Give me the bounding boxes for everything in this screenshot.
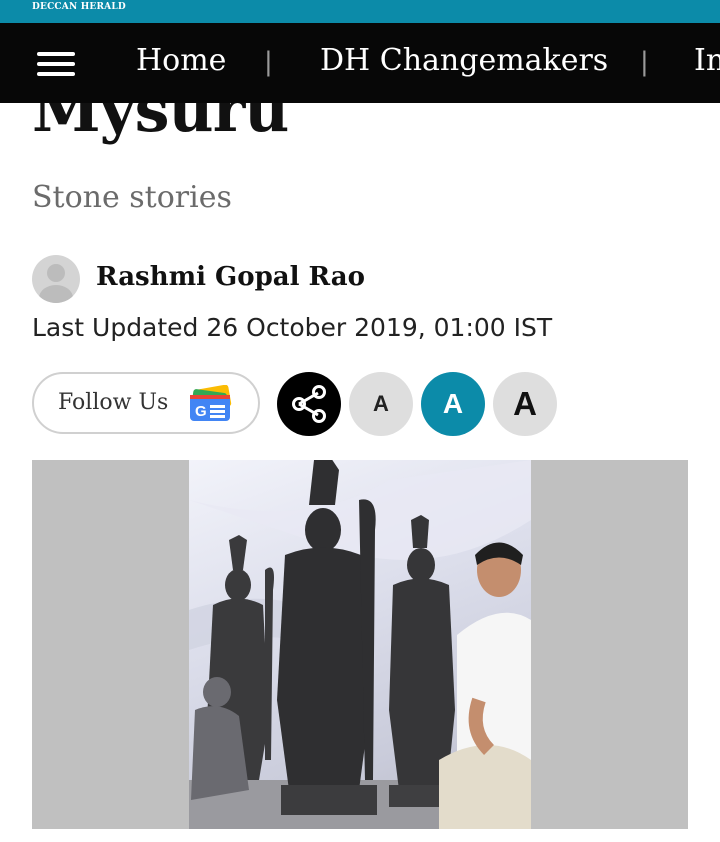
nav-item-home[interactable]: Home bbox=[136, 43, 226, 78]
nav-item-dh-changemakers[interactable]: DH Changemakers bbox=[320, 43, 608, 78]
font-size-small-button[interactable]: A bbox=[349, 372, 413, 436]
follow-us-label: Follow Us bbox=[58, 390, 169, 415]
font-size-medium-button[interactable]: A bbox=[421, 372, 485, 436]
google-news-icon: G bbox=[190, 385, 232, 421]
svg-text:G: G bbox=[195, 403, 207, 420]
share-icon bbox=[292, 385, 326, 423]
font-size-medium-label: A bbox=[442, 388, 464, 419]
menu-icon[interactable] bbox=[37, 50, 75, 78]
font-size-small-label: A bbox=[373, 391, 389, 416]
author-name[interactable]: Rashmi Gopal Rao bbox=[96, 262, 365, 292]
article-photo[interactable] bbox=[189, 460, 531, 829]
font-size-large-label: A bbox=[513, 385, 537, 422]
share-button[interactable] bbox=[277, 372, 341, 436]
article-title-container: Mysuru bbox=[32, 103, 712, 149]
last-updated: Last Updated 26 October 2019, 01:00 IST bbox=[32, 313, 553, 342]
brand-logo[interactable]: DECCAN HERALD bbox=[32, 2, 126, 12]
top-brand-bar: DECCAN HERALD bbox=[0, 0, 720, 23]
nav-separator: | bbox=[640, 47, 649, 77]
main-nav: Home | DH Changemakers | In bbox=[0, 23, 720, 103]
nav-item-partial[interactable]: In bbox=[694, 43, 720, 78]
article-title: Mysuru bbox=[32, 103, 289, 146]
follow-us-button[interactable]: Follow Us G bbox=[32, 372, 260, 434]
avatar-placeholder-icon bbox=[32, 255, 80, 303]
article-image-frame bbox=[32, 460, 688, 829]
article-subtitle: Stone stories bbox=[32, 180, 232, 215]
nav-separator: | bbox=[264, 47, 273, 77]
statues-photo-illustration bbox=[189, 460, 531, 829]
font-size-large-button[interactable]: A bbox=[493, 372, 557, 436]
